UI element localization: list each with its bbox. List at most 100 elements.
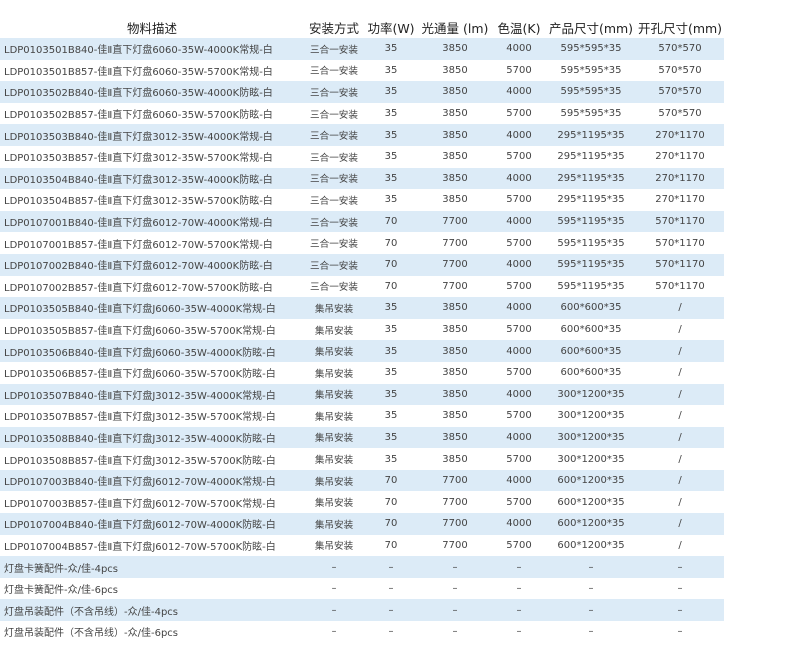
cell-install-method: 集吊安装 xyxy=(304,513,364,535)
table-row: LDP0107004B857-佳Ⅱ直下灯盘J6012-70W-5700K防眩-白… xyxy=(0,535,724,557)
cell-power: 70 xyxy=(364,469,418,492)
cell-power: 35 xyxy=(384,194,398,206)
cell-color-temp: 4000 xyxy=(492,469,546,492)
cell-color-temp: 4000 xyxy=(492,383,546,406)
cell-description: LDP0107004B840-佳Ⅱ直下灯盘J6012-70W-4000K防眩-白 xyxy=(0,513,304,535)
table-row: LDP0103508B857-佳Ⅱ直下灯盘J3012-35W-5700K防眩-白… xyxy=(0,448,724,470)
cell-product-size: 600*1200*35 xyxy=(546,513,636,535)
cell-power: 35 xyxy=(384,410,398,422)
cell-color-temp: 4000 xyxy=(492,167,546,190)
table-row: LDP0103502B840-佳Ⅱ直下灯盘6060-35W-4000K防眩-白三… xyxy=(0,81,724,103)
cell-luminous-flux: 3850 xyxy=(442,194,468,206)
cell-product-size: 595*595*35 xyxy=(560,64,622,76)
cell-install-method: 三合一安装 xyxy=(304,124,364,146)
cell-description: 灯盘吊装配件（不含吊线）-众/佳-4pcs xyxy=(0,599,304,622)
cell-description: LDP0103504B857-佳Ⅱ直下灯盘3012-35W-5700K防眩-白 xyxy=(4,196,273,208)
cell-color-temp: 5700 xyxy=(506,108,532,120)
cell-luminous-flux: 7700 xyxy=(418,469,492,492)
cell-install-method: 三合一安装 xyxy=(310,282,358,294)
cell-install-method: 集吊安装 xyxy=(304,426,364,449)
cell-power: 70 xyxy=(364,253,418,276)
cell-cutout-size: / xyxy=(636,340,724,362)
cell-cutout-size: / xyxy=(678,496,682,508)
table-row: LDP0107003B857-佳Ⅱ直下灯盘J6012-70W-5700K常规-白… xyxy=(0,491,724,513)
cell-power: 70 xyxy=(384,539,398,551)
cell-product-size: – xyxy=(546,556,636,578)
cell-luminous-flux: 3850 xyxy=(442,367,468,379)
cell-luminous-flux: – xyxy=(418,556,492,578)
table-row: LDP0103505B857-佳Ⅱ直下灯盘J6060-35W-5700K常规-白… xyxy=(0,319,724,341)
cell-cutout-size: 270*1170 xyxy=(655,151,705,163)
cell-luminous-flux: 7700 xyxy=(418,253,492,276)
cell-cutout-size: – xyxy=(677,583,683,595)
cell-color-temp: 4000 xyxy=(492,38,546,60)
table-row: LDP0103503B840-佳Ⅱ直下灯盘3012-35W-4000K常规-白三… xyxy=(0,124,724,146)
cell-install-method: 集吊安装 xyxy=(314,325,354,337)
cell-description: LDP0103504B840-佳Ⅱ直下灯盘3012-35W-4000K防眩-白 xyxy=(0,167,304,190)
product-spec-sheet: 物料描述 安装方式 功率(W) 光通量 (lm) 色温(K) 产品尺寸(mm) … xyxy=(0,0,790,650)
cell-luminous-flux: 3850 xyxy=(442,410,468,422)
cell-product-size: 600*1200*35 xyxy=(546,469,636,492)
cell-product-size: 600*600*35 xyxy=(560,324,622,336)
table-row: LDP0103508B840-佳Ⅱ直下灯盘J3012-35W-4000K防眩-白… xyxy=(0,426,724,449)
cell-power: 35 xyxy=(364,81,418,103)
header-luminous-flux: 光通量 (lm) xyxy=(421,20,489,36)
cell-description: LDP0103503B857-佳Ⅱ直下灯盘3012-35W-5700K常规-白 xyxy=(4,153,273,165)
cell-description: LDP0107003B857-佳Ⅱ直下灯盘J6012-70W-5700K常规-白 xyxy=(4,498,276,510)
cell-product-size: 595*595*35 xyxy=(560,108,622,120)
cell-install-method: 三合一安装 xyxy=(304,81,364,103)
cell-product-size: 600*600*35 xyxy=(546,297,636,319)
cell-install-method: 集吊安装 xyxy=(314,455,354,467)
cell-cutout-size: 570*1170 xyxy=(636,253,724,276)
cell-power: 70 xyxy=(364,513,418,535)
cell-power: 70 xyxy=(364,210,418,233)
cell-luminous-flux: 3850 xyxy=(418,124,492,146)
cell-product-size: 600*600*35 xyxy=(546,340,636,362)
cell-cutout-size: / xyxy=(636,383,724,406)
cell-product-size: 300*1200*35 xyxy=(557,453,625,465)
cell-description: LDP0107001B857-佳Ⅱ直下灯盘6012-70W-5700K常规-白 xyxy=(4,239,273,251)
cell-product-size: 595*595*35 xyxy=(546,38,636,60)
cell-install-method: 集吊安装 xyxy=(304,297,364,319)
cell-cutout-size: / xyxy=(678,410,682,422)
cell-install-method: 集吊安装 xyxy=(314,368,354,380)
table-row: 灯盘卡簧配件-众/佳-6pcs – – – – – – xyxy=(0,578,724,600)
table-row: 灯盘卡簧配件-众/佳-4pcs – – – – – – xyxy=(0,556,724,578)
cell-install-method: 三合一安装 xyxy=(310,239,358,251)
cell-power: 35 xyxy=(364,167,418,190)
cell-product-size: 300*1200*35 xyxy=(546,426,636,449)
cell-description: 灯盘吊装配件（不含吊线）-众/佳-6pcs xyxy=(4,628,179,640)
cell-product-size: 595*1195*35 xyxy=(557,280,625,292)
cell-description: LDP0107004B857-佳Ⅱ直下灯盘J6012-70W-5700K防眩-白 xyxy=(4,541,276,553)
cell-install-method: 三合一安装 xyxy=(304,38,364,60)
cell-color-temp: – xyxy=(516,583,522,595)
cell-cutout-size: 570*1170 xyxy=(636,210,724,233)
cell-power: – xyxy=(388,583,394,595)
cell-cutout-size: 570*570 xyxy=(658,108,702,120)
cell-install-method: 集吊安装 xyxy=(314,498,354,510)
cell-product-size: 595*1195*35 xyxy=(546,210,636,233)
cell-luminous-flux: 7700 xyxy=(418,513,492,535)
cell-cutout-size: 270*1170 xyxy=(636,124,724,146)
table-row: LDP0103506B857-佳Ⅱ直下灯盘J6060-35W-5700K防眩-白… xyxy=(0,362,724,384)
cell-color-temp: – xyxy=(492,556,546,578)
header-color-temp: 色温(K) xyxy=(497,20,541,36)
cell-luminous-flux: 3850 xyxy=(418,426,492,449)
cell-color-temp: 4000 xyxy=(492,124,546,146)
product-spec-table: 物料描述 安装方式 功率(W) 光通量 (lm) 色温(K) 产品尺寸(mm) … xyxy=(0,16,724,643)
cell-cutout-size: / xyxy=(636,513,724,535)
table-row: LDP0103507B840-佳Ⅱ直下灯盘J3012-35W-4000K常规-白… xyxy=(0,383,724,406)
cell-product-size: 295*1195*35 xyxy=(557,194,625,206)
cell-luminous-flux: 3850 xyxy=(442,324,468,336)
cell-product-size: 295*1195*35 xyxy=(546,124,636,146)
cell-install-method: 三合一安装 xyxy=(310,66,358,78)
cell-power: 35 xyxy=(364,340,418,362)
cell-description: 灯盘卡簧配件-众/佳-4pcs xyxy=(0,556,304,578)
cell-color-temp: 4000 xyxy=(492,81,546,103)
cell-product-size: 595*1195*35 xyxy=(546,253,636,276)
cell-luminous-flux: 7700 xyxy=(442,280,468,292)
cell-product-size: 600*1200*35 xyxy=(557,496,625,508)
cell-description: LDP0103501B840-佳Ⅱ直下灯盘6060-35W-4000K常规-白 xyxy=(0,38,304,60)
cell-cutout-size: / xyxy=(636,297,724,319)
table-row: 灯盘吊装配件（不含吊线）-众/佳-4pcs – – – – – – xyxy=(0,599,724,622)
